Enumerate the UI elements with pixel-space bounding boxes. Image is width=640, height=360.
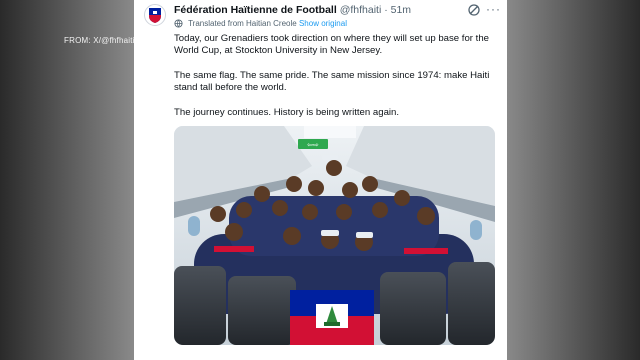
team-photo[interactable]: ⇦⇨ (174, 126, 495, 345)
haiti-flag (290, 290, 374, 345)
tweet-card[interactable]: Fédération Haïtienne de Football @fhfhai… (134, 0, 507, 360)
translate-icon (174, 19, 183, 28)
source-caption: FROM: X/@fhfhaiti (64, 36, 135, 45)
fhf-logo-icon (149, 8, 161, 23)
author-line: Fédération Haïtienne de Football @fhfhai… (174, 4, 411, 16)
airplane-cabin-illustration: ⇦⇨ (174, 126, 495, 345)
tweet-paragraph: Today, our Grenadiers took direction on … (174, 33, 489, 56)
exit-sign-text: ⇦⇨ (307, 141, 319, 149)
author-name[interactable]: Fédération Haïtienne de Football (174, 4, 337, 16)
author-avatar[interactable] (144, 4, 166, 26)
author-handle[interactable]: @fhfhaiti (340, 4, 382, 16)
tweet-paragraph: The journey continues. History is being … (174, 107, 400, 118)
grok-icon[interactable] (467, 3, 481, 17)
tweet-text: Today, our Grenadiers took direction on … (174, 33, 496, 132)
more-options-icon[interactable]: ··· (486, 2, 501, 16)
tweet-paragraph: The same flag. The same pride. The same … (174, 70, 490, 93)
post-time[interactable]: · 51m (384, 4, 411, 16)
show-original-link[interactable]: Show original (299, 19, 347, 28)
translation-notice: Translated from Haitian Creole Show orig… (174, 19, 347, 28)
translated-label: Translated from Haitian Creole (188, 19, 297, 28)
